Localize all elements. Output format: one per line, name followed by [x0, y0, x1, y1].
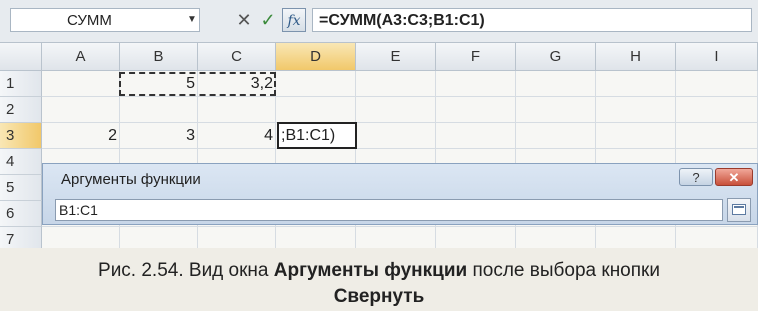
excel-window: СУММ ▼ ✕ ✓ fx =СУММ(A3:C3;B1:C1) A B C D… — [0, 0, 758, 248]
column-header-b[interactable]: B — [120, 43, 198, 71]
row-header-5[interactable]: 5 — [0, 175, 42, 201]
range-selection-marquee — [119, 72, 276, 96]
row-header-6[interactable]: 6 — [0, 201, 42, 227]
column-header-a[interactable]: A — [42, 43, 120, 71]
caption-prefix: Рис. 2.54. Вид окна — [98, 260, 274, 281]
column-header-i[interactable]: I — [676, 43, 758, 71]
help-button[interactable]: ? — [679, 168, 713, 186]
row-header-7[interactable]: 7 — [0, 227, 42, 248]
caption-bold-button: Свернуть — [333, 286, 425, 307]
insert-function-button[interactable]: fx — [282, 8, 306, 32]
name-box[interactable]: СУММ — [10, 8, 200, 32]
row-header-4[interactable]: 4 — [0, 149, 42, 175]
figure-caption: Рис. 2.54. Вид окна Аргументы функции по… — [0, 258, 758, 310]
close-button[interactable]: ✕ — [715, 168, 753, 186]
caption-bold-window: Аргументы функции — [273, 260, 468, 281]
select-all-corner[interactable] — [0, 43, 42, 71]
column-header-g[interactable]: G — [516, 43, 596, 71]
caption-middle: после выбора кнопки — [467, 260, 660, 281]
formula-bar: СУММ ▼ ✕ ✓ fx =СУММ(A3:C3;B1:C1) — [0, 0, 758, 43]
cancel-icon[interactable]: ✕ — [232, 8, 256, 32]
row-header-1[interactable]: 1 — [0, 71, 42, 97]
row-header-3[interactable]: 3 — [0, 123, 42, 149]
cell-b3[interactable]: 3 — [120, 123, 198, 149]
expand-icon — [732, 204, 746, 215]
dialog-title: Аргументы функции — [61, 171, 201, 188]
column-header-h[interactable]: H — [596, 43, 676, 71]
cell-c3[interactable]: 4 — [198, 123, 276, 149]
enter-icon[interactable]: ✓ — [256, 8, 280, 32]
row-header-2[interactable]: 2 — [0, 97, 42, 123]
cell-a3[interactable]: 2 — [42, 123, 120, 149]
column-header-d[interactable]: D — [276, 43, 356, 71]
active-cell-d3[interactable]: ;B1:C1) — [277, 122, 357, 149]
function-arguments-dialog: Аргументы функции ? ✕ B1:C1 — [42, 163, 758, 225]
formula-input[interactable]: =СУММ(A3:C3;B1:C1) — [312, 8, 752, 32]
column-header-e[interactable]: E — [356, 43, 436, 71]
chevron-down-icon[interactable]: ▼ — [186, 8, 198, 32]
expand-dialog-button[interactable] — [727, 198, 751, 222]
column-header-f[interactable]: F — [436, 43, 516, 71]
column-header-c[interactable]: C — [198, 43, 276, 71]
argument-input[interactable]: B1:C1 — [55, 199, 723, 221]
